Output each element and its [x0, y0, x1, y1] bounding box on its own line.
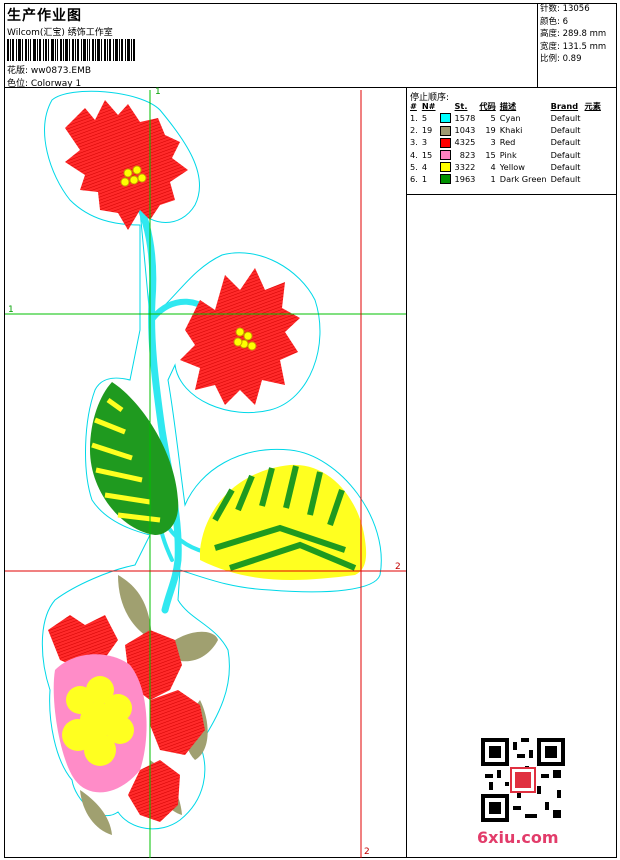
middle-red-flower	[180, 268, 300, 405]
guide-label-v2: 2	[364, 847, 370, 857]
guide-label-h2: 2	[395, 562, 401, 572]
left-leaf	[90, 382, 179, 535]
guide-label-h1: 1	[8, 305, 14, 315]
right-leaf	[200, 464, 367, 580]
qr-code	[481, 738, 565, 822]
watermark-logo: 6xiu.com	[477, 828, 559, 847]
guide-label-v1: 1	[155, 87, 161, 97]
bottom-flower-cluster	[48, 575, 218, 835]
embroidery-design	[5, 90, 406, 858]
